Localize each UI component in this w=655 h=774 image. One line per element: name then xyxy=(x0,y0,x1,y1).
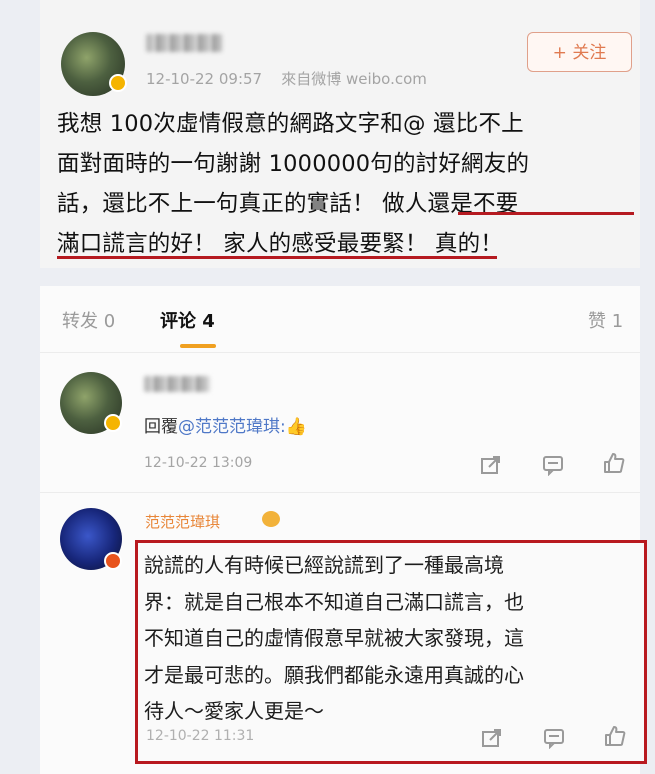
highlight-underline xyxy=(458,212,634,215)
comment-timestamp: 12-10-22 13:09 xyxy=(144,455,253,471)
highlight-underline xyxy=(57,256,497,259)
tab-likes[interactable]: 赞 1 xyxy=(588,307,623,333)
comment-text: 回覆@范范范瑋琪:👍 xyxy=(144,412,307,437)
member-badge-icon xyxy=(262,511,280,527)
post-meta: 12-10-22 09:57 來自微博 weibo.com xyxy=(146,68,427,89)
comment-line: 不知道自己的虛情假意早就被大家發現，這 xyxy=(144,626,524,650)
commenter-name[interactable]: 范范范瑋琪 xyxy=(145,511,220,532)
comment-timestamp: 12-10-22 11:31 xyxy=(146,728,255,744)
comment-line: 才是最可悲的。願我們都能永遠用真誠的心 xyxy=(144,662,524,687)
divider xyxy=(40,352,640,353)
post-line: 面對面時的一句謝謝 1000000句的討好網友的 xyxy=(57,151,530,177)
verified-badge-icon xyxy=(104,552,122,570)
follow-button[interactable]: + 关注 xyxy=(527,32,632,72)
tab-repost[interactable]: 转发 0 xyxy=(62,307,115,333)
post-body: 我想 100次虛情假意的網路文字和@ 還比不上 面對面時的一句謝謝 100000… xyxy=(57,104,641,264)
comment-line: 界：就是自己根本不知道自己滿口謊言，也 xyxy=(144,589,524,614)
mention-link[interactable]: @范范范瑋琪: xyxy=(178,417,286,437)
comment-icon[interactable] xyxy=(541,454,565,477)
comment-line: 待人～愛家人更是～ xyxy=(144,699,324,723)
comment-text: 說謊的人有時候已經說謊到了一種最高境 界：就是自己根本不知道自己滿口謊言，也 不… xyxy=(144,547,640,730)
verified-badge-icon xyxy=(104,414,122,432)
author-name-blurred[interactable] xyxy=(146,34,222,52)
thumbs-up-icon[interactable] xyxy=(602,452,626,474)
share-icon[interactable] xyxy=(479,454,503,476)
active-tab-indicator xyxy=(180,344,216,348)
divider xyxy=(40,492,640,493)
highlight-box: 說謊的人有時候已經說謊到了一種最高境 界：就是自己根本不知道自己滿口謊言，也 不… xyxy=(135,540,647,764)
comment-line: 說謊的人有時候已經說謊到了一種最高境 xyxy=(144,553,504,577)
comment-icon[interactable] xyxy=(542,727,566,750)
verified-badge-icon xyxy=(109,74,127,92)
tab-comments[interactable]: 评论 4 xyxy=(160,307,215,333)
reply-prefix: 回覆 xyxy=(144,417,178,437)
share-icon[interactable] xyxy=(480,727,504,749)
commenter-name-blurred[interactable] xyxy=(144,376,210,392)
screenshot-frame: 12-10-22 09:57 來自微博 weibo.com + 关注 我想 10… xyxy=(0,0,655,774)
post-source[interactable]: 來自微博 weibo.com xyxy=(281,70,427,88)
post-timestamp: 12-10-22 09:57 xyxy=(146,70,263,88)
post-line: 話，還比不上一句真正的實話！ 做人還是不要 xyxy=(57,191,519,217)
thumbs-up-icon[interactable] xyxy=(603,725,627,747)
post-line: 我想 100次虛情假意的網路文字和@ 還比不上 xyxy=(57,111,524,137)
thumbs-up-emoji: 👍 xyxy=(285,417,307,437)
